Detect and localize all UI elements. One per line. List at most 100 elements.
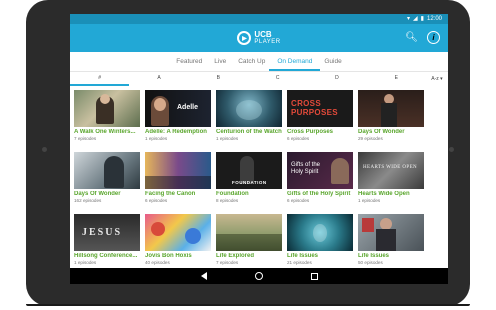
recent-apps-icon[interactable]: [310, 272, 318, 280]
alpha-c[interactable]: C: [248, 72, 307, 86]
show-title: Days Of Wonder: [74, 191, 121, 197]
show-thumbnail: CROSS PURPOSES: [287, 90, 353, 127]
show-card[interactable]: Life Issues 21 episodes: [287, 214, 353, 272]
show-card[interactable]: Life Explored 7 episodes: [216, 214, 282, 272]
alpha-d[interactable]: D: [307, 72, 366, 86]
status-bar: ▾ ◢ ▮ 12:00: [70, 14, 448, 24]
show-title: Adelle: A Redemption: [145, 129, 207, 135]
show-title: A Walk One Winters...: [74, 129, 136, 135]
show-card[interactable]: JESUS Hillsong Conference... 1 episodes: [74, 214, 140, 272]
nav-tabs: Featured Live Catch Up On Demand Guide: [70, 52, 448, 72]
show-thumbnail: [358, 90, 424, 127]
info-icon[interactable]: i: [427, 31, 440, 44]
show-thumbnail: [216, 90, 282, 127]
thumbnail-caption: CROSS PURPOSES: [291, 99, 338, 117]
show-thumbnail: FOUNDATION: [216, 152, 282, 189]
screen: ▾ ◢ ▮ 12:00 ▶ UCB PLAYER 🔍︎ i Featured L…: [70, 14, 448, 284]
app-bar: ▶ UCB PLAYER 🔍︎ i: [70, 24, 448, 52]
show-thumbnail: [216, 214, 282, 251]
show-card[interactable]: Life Issues 50 episodes: [358, 214, 424, 272]
show-title: Facing the Canon: [145, 191, 196, 197]
show-episodes: 29 episodes: [358, 136, 383, 141]
show-title: Days Of Wonder: [358, 129, 405, 135]
show-thumbnail: [74, 152, 140, 189]
show-title: Jovis Bon Hoxis: [145, 253, 192, 259]
alpha-e[interactable]: E: [367, 72, 426, 86]
show-thumbnail: [74, 90, 140, 127]
show-title: Hearts Wide Open: [358, 191, 410, 197]
show-thumbnail: Adelle: [145, 90, 211, 127]
show-thumbnail: Gifts of the Holy Spirit: [287, 152, 353, 189]
alpha-hash[interactable]: #: [70, 72, 130, 86]
show-thumbnail: [145, 152, 211, 189]
show-episodes: 7 episodes: [74, 136, 97, 141]
tab-catch-up[interactable]: Catch Up: [238, 53, 265, 70]
tab-featured[interactable]: Featured: [176, 53, 202, 70]
show-card[interactable]: HEARTS WIDE OPEN Hearts Wide Open 1 epis…: [358, 152, 424, 210]
thumbnail-caption: Adelle: [177, 104, 199, 111]
logo-ucb-text: UCB: [254, 30, 272, 39]
show-episodes: 1 episodes: [358, 198, 381, 203]
show-title: Foundation: [216, 191, 249, 197]
show-episodes: 21 episodes: [287, 260, 312, 265]
thumbnail-caption: Gifts of the Holy Spirit: [291, 162, 321, 175]
show-card[interactable]: Days Of Wonder 29 episodes: [358, 90, 424, 148]
show-title: Cross Purposes: [287, 129, 334, 135]
android-nav-bar: [70, 268, 448, 284]
camera-left: [42, 147, 47, 152]
tablet-frame: ▾ ◢ ▮ 12:00 ▶ UCB PLAYER 🔍︎ i Featured L…: [26, 0, 470, 306]
show-episodes: 1 episodes: [145, 136, 168, 141]
wifi-icon: ▾: [407, 16, 411, 22]
show-card[interactable]: Adelle Adelle: A Redemption 1 episodes: [145, 90, 211, 148]
show-card[interactable]: A Walk One Winters... 7 episodes: [74, 90, 140, 148]
sort-dropdown[interactable]: A-z ▾: [426, 73, 448, 85]
show-thumbnail: [287, 214, 353, 251]
show-episodes: 50 episodes: [358, 260, 383, 265]
thumbnail-caption: FOUNDATION: [232, 180, 267, 185]
tab-guide[interactable]: Guide: [324, 53, 341, 70]
camera-right: [449, 147, 454, 152]
alpha-a[interactable]: A: [129, 72, 188, 86]
show-episodes: 162 episodes: [74, 198, 102, 203]
sort-label: A-z: [431, 76, 439, 82]
tab-on-demand[interactable]: On Demand: [269, 53, 321, 71]
show-card[interactable]: FOUNDATION Foundation 8 episodes: [216, 152, 282, 210]
show-title: Hillsong Conference...: [74, 253, 138, 259]
show-thumbnail: [145, 214, 211, 251]
show-episodes: 6 episodes: [145, 198, 168, 203]
thumbnail-caption: HEARTS WIDE OPEN: [363, 165, 418, 170]
show-title: Life Explored: [216, 253, 255, 259]
show-title: Life Issues: [358, 253, 390, 259]
status-time: 12:00: [426, 16, 442, 22]
back-icon[interactable]: [200, 272, 207, 280]
show-title: Gifts of the Holy Spirit: [287, 191, 351, 197]
show-card[interactable]: Jovis Bon Hoxis 40 episodes: [145, 214, 211, 272]
thumbnail-caption: JESUS: [82, 227, 123, 238]
show-thumbnail: [358, 214, 424, 251]
show-card[interactable]: Centurion of the Watch 1 episodes: [216, 90, 282, 148]
show-episodes: 40 episodes: [145, 260, 170, 265]
show-card[interactable]: Gifts of the Holy Spirit Gifts of the Ho…: [287, 152, 353, 210]
battery-icon: ▮: [420, 16, 424, 22]
dropdown-arrow-icon: ▾: [440, 76, 443, 82]
logo-mark-icon: ▶: [237, 31, 252, 45]
show-thumbnail: JESUS: [74, 214, 140, 251]
show-episodes: 1 episodes: [74, 260, 97, 265]
ucb-player-logo: ▶ UCB PLAYER: [237, 31, 280, 45]
shows-grid: A Walk One Winters... 7 episodes Adelle …: [70, 86, 448, 272]
show-card[interactable]: Days Of Wonder 162 episodes: [74, 152, 140, 210]
show-card[interactable]: Facing the Canon 6 episodes: [145, 152, 211, 210]
show-episodes: 6 episodes: [287, 136, 310, 141]
show-card[interactable]: CROSS PURPOSES Cross Purposes 6 episodes: [287, 90, 353, 148]
signal-icon: ◢: [413, 16, 418, 22]
alpha-b[interactable]: B: [189, 72, 248, 86]
home-icon[interactable]: [254, 272, 263, 280]
alphabet-filter: # A B C D E A-z ▾: [70, 72, 448, 86]
show-title: Life Issues: [287, 253, 319, 259]
show-episodes: 6 episodes: [287, 198, 310, 203]
logo-player-text: PLAYER: [254, 39, 281, 45]
tab-live[interactable]: Live: [214, 53, 226, 70]
show-episodes: 8 episodes: [216, 198, 239, 203]
show-episodes: 1 episodes: [216, 136, 239, 141]
search-icon[interactable]: 🔍︎: [405, 31, 418, 45]
